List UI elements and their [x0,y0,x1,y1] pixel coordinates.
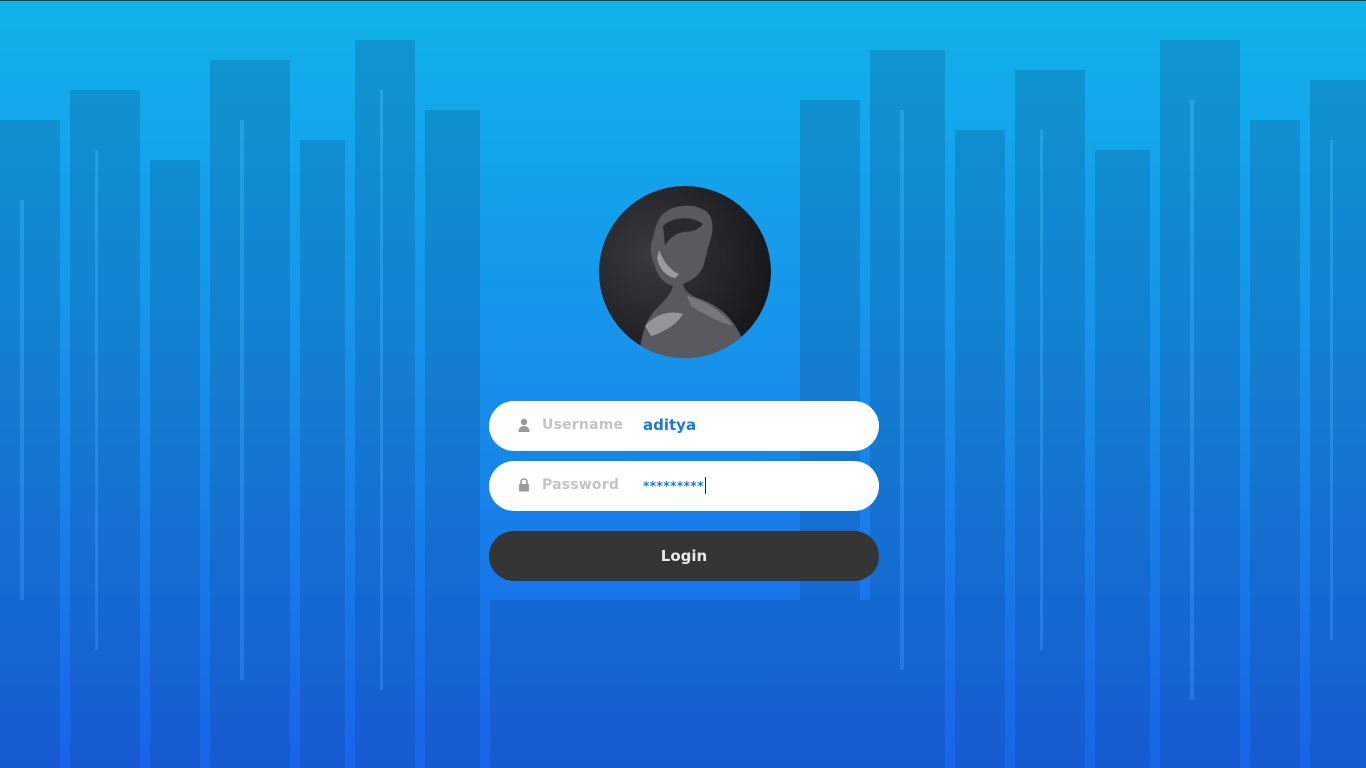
password-masked-value: ********* [643,479,704,493]
text-caret [704,477,706,494]
login-button[interactable]: Login [489,531,879,581]
profile-photo [639,205,749,358]
user-icon [518,418,530,432]
username-input[interactable]: aditya [643,416,696,434]
top-border [0,0,1366,1]
username-label: Username [542,417,624,433]
lock-icon [519,478,529,492]
profile-avatar [599,186,771,358]
password-input[interactable]: ********* [643,477,706,494]
password-label: Password [542,477,620,493]
password-field[interactable]: Password ********* [489,461,879,511]
username-field[interactable]: Username aditya [489,401,879,451]
city-background-image [0,40,1366,768]
